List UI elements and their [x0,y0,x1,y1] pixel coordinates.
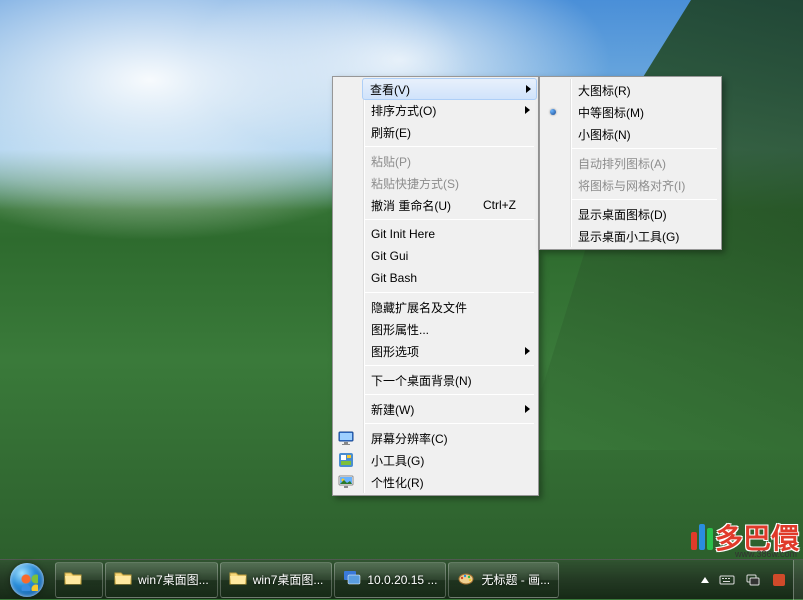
menu-item-show-gadgets[interactable]: 显示桌面小工具(G) [570,225,719,247]
menu-item-label: Git Gui [371,249,408,263]
taskbar-button-paint[interactable]: 无标题 - 画... [448,562,559,598]
menu-item-gadgets[interactable]: 小工具(G) [363,449,536,471]
menu-item-git-init[interactable]: Git Init Here [363,223,536,245]
personalize-icon [337,473,355,491]
app-icon[interactable] [771,572,787,588]
menu-item-label: 屏幕分辨率(C) [371,430,448,447]
menu-item-hide-ext[interactable]: 隐藏扩展名及文件 [363,296,536,318]
view-submenu: 大图标(R) 中等图标(M) 小图标(N) 自动排列图标(A) 将图标与网格对齐(I) 显… [539,76,722,250]
menu-separator [365,219,534,220]
menu-item-label: 查看(V) [370,81,410,98]
menu-item-small-icons[interactable]: 小图标(N) [570,123,719,145]
menu-item-new[interactable]: 新建(W) [363,398,536,420]
network-icon[interactable] [745,572,761,588]
folder-icon [64,569,82,590]
submenu-arrow-icon [525,405,530,413]
menu-item-label: 粘贴快捷方式(S) [371,175,459,192]
taskbar-button-explorer[interactable] [55,562,103,598]
system-tray [695,560,793,599]
menu-item-label: 图形属性... [371,321,429,338]
menu-item-resolution[interactable]: 屏幕分辨率(C) [363,427,536,449]
menu-separator [365,394,534,395]
menu-item-shortcut: Ctrl+Z [463,198,516,212]
menu-item-graphic-props[interactable]: 图形属性... [363,318,536,340]
menu-separator [365,146,534,147]
menu-item-large-icons[interactable]: 大图标(R) [570,79,719,101]
menu-separator [572,148,717,149]
show-desktop-button[interactable] [793,560,803,600]
desktop-context-menu: 查看(V) 排序方式(O) 刷新(E) 粘贴(P) 粘贴快捷方式(S) 撤消 重命名(U)… [332,76,539,496]
menu-item-undo-rename[interactable]: 撤消 重命名(U) Ctrl+Z [363,194,536,216]
menu-item-label: 刷新(E) [371,124,411,141]
menu-item-label: 图形选项 [371,343,419,360]
menu-separator [365,423,534,424]
radio-selected-icon [544,103,562,121]
monitor-icon [337,429,355,447]
menu-item-label: 撤消 重命名(U) [371,197,451,214]
taskbar: win7桌面图... win7桌面图... 10.0.20.15 ... 无标题 - … [0,559,803,599]
menu-separator [365,365,534,366]
menu-item-label: 大图标(R) [578,82,631,99]
windows-orb-icon [10,563,44,597]
menu-item-align-grid: 将图标与网格对齐(I) [570,174,719,196]
menu-item-personalize[interactable]: 个性化(R) [363,471,536,493]
menu-item-label: 新建(W) [371,401,414,418]
taskbar-button-remote[interactable]: 10.0.20.15 ... [334,562,446,598]
menu-item-label: 自动排列图标(A) [578,155,666,172]
taskbar-button-label: 无标题 - 画... [481,571,550,588]
menu-item-label: 将图标与网格对齐(I) [578,177,685,194]
menu-item-label: 下一个桌面背景(N) [371,372,472,389]
menu-separator [365,292,534,293]
menu-item-next-bg[interactable]: 下一个桌面背景(N) [363,369,536,391]
taskbar-button-folder2[interactable]: win7桌面图... [220,562,333,598]
menu-item-label: 显示桌面图标(D) [578,206,667,223]
gadget-icon [337,451,355,469]
submenu-arrow-icon [525,347,530,355]
paint-icon [457,569,475,590]
watermark-logo-icon [691,524,713,550]
menu-item-label: 隐藏扩展名及文件 [371,299,467,316]
menu-item-show-icons[interactable]: 显示桌面图标(D) [570,203,719,225]
menu-item-label: 小图标(N) [578,126,631,143]
keyboard-icon[interactable] [719,572,735,588]
menu-item-label: Git Init Here [371,227,435,241]
menu-item-medium-icons[interactable]: 中等图标(M) [570,101,719,123]
menu-item-label: 中等图标(M) [578,104,644,121]
menu-item-label: 个性化(R) [371,474,424,491]
menu-item-label: 排序方式(O) [371,102,436,119]
menu-item-view[interactable]: 查看(V) [362,78,537,100]
menu-separator [572,199,717,200]
folder-icon [229,569,247,590]
taskbar-button-label: win7桌面图... [253,571,324,588]
submenu-arrow-icon [526,85,531,93]
menu-item-git-bash[interactable]: Git Bash [363,267,536,289]
menu-item-graphic-opts[interactable]: 图形选项 [363,340,536,362]
menu-item-label: Git Bash [371,271,417,285]
menu-item-label: 显示桌面小工具(G) [578,228,679,245]
taskbar-button-folder1[interactable]: win7桌面图... [105,562,218,598]
menu-item-label: 粘贴(P) [371,153,411,170]
menu-item-refresh[interactable]: 刷新(E) [363,121,536,143]
watermark: 多巴儇 www.386w.com [691,517,799,557]
watermark-url: www.386w.com [735,549,797,559]
folder-icon [114,569,132,590]
taskbar-button-label: 10.0.20.15 ... [367,573,437,587]
taskbar-button-label: win7桌面图... [138,571,209,588]
menu-item-label: 小工具(G) [371,452,424,469]
menu-item-auto-arrange: 自动排列图标(A) [570,152,719,174]
tray-expand-icon[interactable] [701,577,709,583]
submenu-arrow-icon [525,106,530,114]
menu-item-paste: 粘贴(P) [363,150,536,172]
menu-item-sort[interactable]: 排序方式(O) [363,99,536,121]
remote-icon [343,569,361,590]
menu-item-paste-shortcut: 粘贴快捷方式(S) [363,172,536,194]
start-button[interactable] [0,560,54,600]
menu-item-git-gui[interactable]: Git Gui [363,245,536,267]
